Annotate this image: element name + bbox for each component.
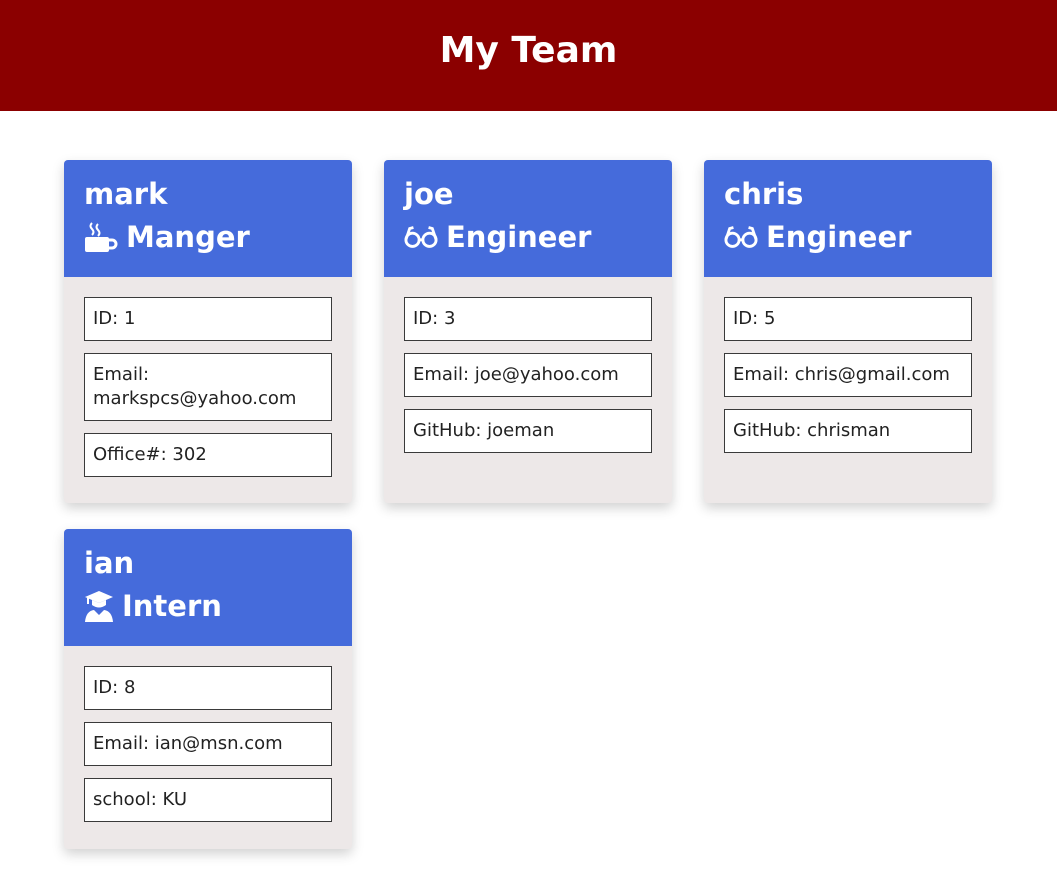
card-body: ID: 8 Email: ian@msn.com school: KU: [64, 646, 352, 822]
employee-name: joe: [404, 177, 454, 211]
id-field: ID: 8: [84, 666, 332, 710]
employee-role: Engineer: [404, 218, 652, 256]
employee-name: ian: [84, 546, 135, 580]
card-body: ID: 3 Email: joe@yahoo.com GitHub: joema…: [384, 277, 672, 453]
github-field: GitHub: joeman: [404, 409, 652, 453]
page-header: My Team: [0, 0, 1057, 111]
email-field: Email: markspcs@yahoo.com: [84, 353, 332, 421]
employee-name: mark: [84, 177, 168, 211]
employee-card-intern: ian Intern ID: 8 Email: ian@msn.com scho…: [64, 529, 352, 849]
employee-role: Intern: [84, 587, 332, 625]
role-label: Engineer: [446, 220, 592, 254]
glasses-icon: [724, 220, 758, 254]
graduate-icon: [84, 589, 114, 623]
school-field: school: KU: [84, 778, 332, 822]
employee-role: Engineer: [724, 218, 972, 256]
role-label: Engineer: [766, 220, 912, 254]
id-field: ID: 5: [724, 297, 972, 341]
mug-icon: [84, 220, 118, 254]
employee-card-engineer: joe Engineer ID: 3 Email: joe@yahoo.com …: [384, 160, 672, 503]
role-label: Manger: [126, 220, 250, 254]
card-header: mark Manger: [64, 160, 352, 277]
page-title: My Team: [439, 30, 618, 71]
email-field: Email: joe@yahoo.com: [404, 353, 652, 397]
employee-card-manager: mark Manger ID: 1 Email: markspcs@yahoo.…: [64, 160, 352, 503]
card-header: ian Intern: [64, 529, 352, 646]
role-label: Intern: [122, 589, 222, 623]
employee-role: Manger: [84, 218, 332, 256]
employee-name: chris: [724, 177, 804, 211]
card-header: joe Engineer: [384, 160, 672, 277]
employee-card-engineer: chris Engineer ID: 5 Email: chris@gmail.…: [704, 160, 992, 503]
office-field: Office#: 302: [84, 433, 332, 477]
github-field: GitHub: chrisman: [724, 409, 972, 453]
glasses-icon: [404, 220, 438, 254]
card-header: chris Engineer: [704, 160, 992, 277]
card-body: ID: 1 Email: markspcs@yahoo.com Office#:…: [64, 277, 352, 477]
email-field: Email: chris@gmail.com: [724, 353, 972, 397]
id-field: ID: 1: [84, 297, 332, 341]
id-field: ID: 3: [404, 297, 652, 341]
card-body: ID: 5 Email: chris@gmail.com GitHub: chr…: [704, 277, 992, 453]
email-field: Email: ian@msn.com: [84, 722, 332, 766]
